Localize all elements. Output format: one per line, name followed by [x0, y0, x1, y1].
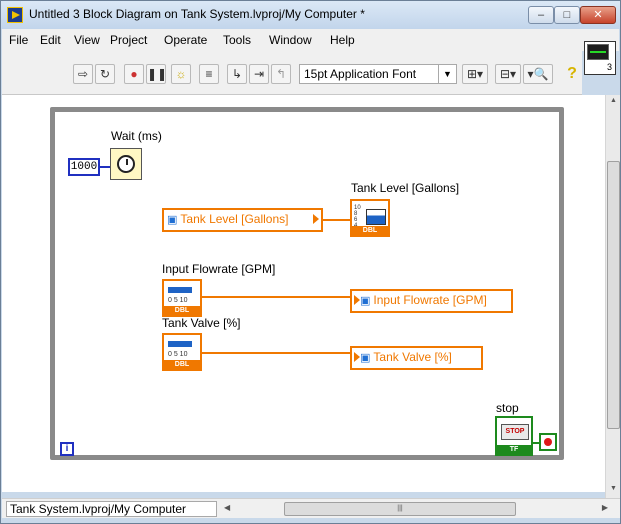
- help-icon[interactable]: ?: [564, 64, 580, 84]
- scroll-right-icon[interactable]: ▶: [602, 503, 608, 512]
- menu-view[interactable]: View: [74, 33, 100, 47]
- dbl-tag: DBL: [352, 226, 388, 235]
- block-diagram-window: Untitled 3 Block Diagram on Tank System.…: [0, 0, 621, 524]
- scroll-down-icon[interactable]: ▼: [606, 485, 621, 492]
- align-icon[interactable]: ⊞▾: [462, 64, 488, 84]
- input-flowrate-shared-variable[interactable]: ▣ Input Flowrate [GPM]: [350, 289, 513, 313]
- vertical-scroll-thumb[interactable]: [607, 161, 620, 429]
- dbl-wire-tank-valve[interactable]: [202, 352, 350, 354]
- menu-bar: File Edit View Project Operate Tools Win…: [2, 29, 619, 51]
- input-flowrate-control-label: Input Flowrate [GPM]: [162, 262, 276, 276]
- menu-project[interactable]: Project: [110, 33, 147, 47]
- tank-valve-control-label: Tank Valve [%]: [162, 316, 241, 330]
- output-arrow-icon: [313, 214, 319, 224]
- tank-level-indicator[interactable]: 10864 DBL: [350, 199, 390, 237]
- menu-operate[interactable]: Operate: [164, 33, 207, 47]
- tank-level-variable-name: Tank Level [Gallons]: [180, 212, 289, 226]
- horizontal-scroll-thumb[interactable]: |||: [284, 502, 516, 516]
- input-flowrate-control[interactable]: 0 5 10 DBL: [162, 279, 202, 317]
- vi-icon-number: 3: [606, 62, 612, 72]
- pause-icon[interactable]: ❚❚: [146, 64, 167, 84]
- wait-function[interactable]: [110, 148, 142, 180]
- shared-variable-icon: ▣: [360, 352, 371, 364]
- dbl-wire-tank-level[interactable]: [323, 219, 350, 221]
- slider-icon: [168, 341, 192, 347]
- step-over-icon[interactable]: ⇥: [249, 64, 269, 84]
- dbl-tag: DBL: [164, 360, 200, 369]
- clock-icon: [117, 155, 135, 173]
- shared-variable-icon: ▣: [167, 214, 178, 226]
- menu-edit[interactable]: Edit: [40, 33, 61, 47]
- stop-label: stop: [496, 401, 519, 415]
- run-arrow-icon[interactable]: ⇨: [73, 64, 93, 84]
- loop-condition-terminal[interactable]: [539, 433, 557, 451]
- menu-window[interactable]: Window: [269, 33, 312, 47]
- window-title: Untitled 3 Block Diagram on Tank System.…: [29, 7, 365, 21]
- menu-tools[interactable]: Tools: [223, 33, 251, 47]
- run-continuously-icon[interactable]: ↻: [95, 64, 115, 84]
- bottom-bar: Tank System.lvproj/My Computer ◀ ||| ▶: [2, 498, 620, 518]
- tf-tag: TF: [497, 445, 531, 454]
- wait-constant[interactable]: 1000: [68, 158, 100, 176]
- wait-label: Wait (ms): [111, 129, 162, 143]
- waveform-icon: [587, 44, 609, 60]
- step-out-icon[interactable]: ↰: [271, 64, 291, 84]
- block-diagram-canvas[interactable]: i Wait (ms) 1000 Tank Level [Gallons] ▣ T…: [2, 95, 605, 492]
- slider-icon: [168, 287, 192, 293]
- loop-iteration-terminal[interactable]: i: [60, 442, 74, 456]
- chevron-down-icon: ▼: [438, 65, 456, 83]
- input-arrow-icon: [354, 352, 360, 362]
- slider-ticks: 0 5 10: [168, 351, 188, 358]
- dbl-wire-input-flowrate[interactable]: [202, 296, 350, 298]
- step-into-icon[interactable]: ↳: [227, 64, 247, 84]
- font-selector-value: 15pt Application Font: [304, 67, 417, 81]
- stop-button-terminal[interactable]: STOP TF: [495, 416, 533, 456]
- tank-level-shared-variable[interactable]: ▣ Tank Level [Gallons]: [162, 208, 323, 232]
- tank-valve-variable-name: Tank Valve [%]: [373, 350, 452, 364]
- distribute-icon[interactable]: ⊟▾: [495, 64, 521, 84]
- scroll-left-icon[interactable]: ◀: [224, 503, 230, 512]
- shared-variable-icon: ▣: [360, 295, 371, 307]
- vertical-scrollbar[interactable]: ▲ ▼: [605, 95, 620, 498]
- tank-valve-control[interactable]: 0 5 10 DBL: [162, 333, 202, 371]
- numeric-wire[interactable]: [100, 166, 110, 168]
- search-icon[interactable]: ▾🔍: [523, 64, 553, 84]
- retain-wire-values-icon[interactable]: ≡: [199, 64, 219, 84]
- application-instance-label[interactable]: Tank System.lvproj/My Computer: [6, 501, 217, 517]
- tank-level-indicator-label: Tank Level [Gallons]: [351, 181, 460, 195]
- title-bar[interactable]: Untitled 3 Block Diagram on Tank System.…: [1, 1, 620, 29]
- vi-connector-icon[interactable]: 3: [584, 41, 616, 75]
- dbl-tag: DBL: [164, 306, 200, 315]
- tank-valve-shared-variable[interactable]: ▣ Tank Valve [%]: [350, 346, 483, 370]
- menu-file[interactable]: File: [9, 33, 28, 47]
- horizontal-scrollbar[interactable]: ◀ ||| ▶: [222, 502, 610, 516]
- abort-icon[interactable]: ●: [124, 64, 144, 84]
- slider-ticks: 0 5 10: [168, 297, 188, 304]
- font-selector[interactable]: 15pt Application Font ▼: [299, 64, 457, 84]
- labview-app-icon: [7, 7, 23, 23]
- toolbar: ⇨ ↻ ● ❚❚ ☼ ≡ ↳ ⇥ ↰ 15pt Application Font…: [2, 51, 582, 95]
- minimize-button[interactable]: –: [528, 6, 554, 24]
- scroll-up-icon[interactable]: ▲: [606, 97, 621, 104]
- close-button[interactable]: ✕: [580, 6, 616, 24]
- highlight-execution-icon[interactable]: ☼: [171, 64, 191, 84]
- menu-help[interactable]: Help: [330, 33, 355, 47]
- tank-icon: [366, 209, 386, 225]
- input-arrow-icon: [354, 295, 360, 305]
- stop-button-icon: STOP: [501, 424, 529, 440]
- maximize-button[interactable]: □: [554, 6, 580, 24]
- input-flowrate-variable-name: Input Flowrate [GPM]: [373, 293, 487, 307]
